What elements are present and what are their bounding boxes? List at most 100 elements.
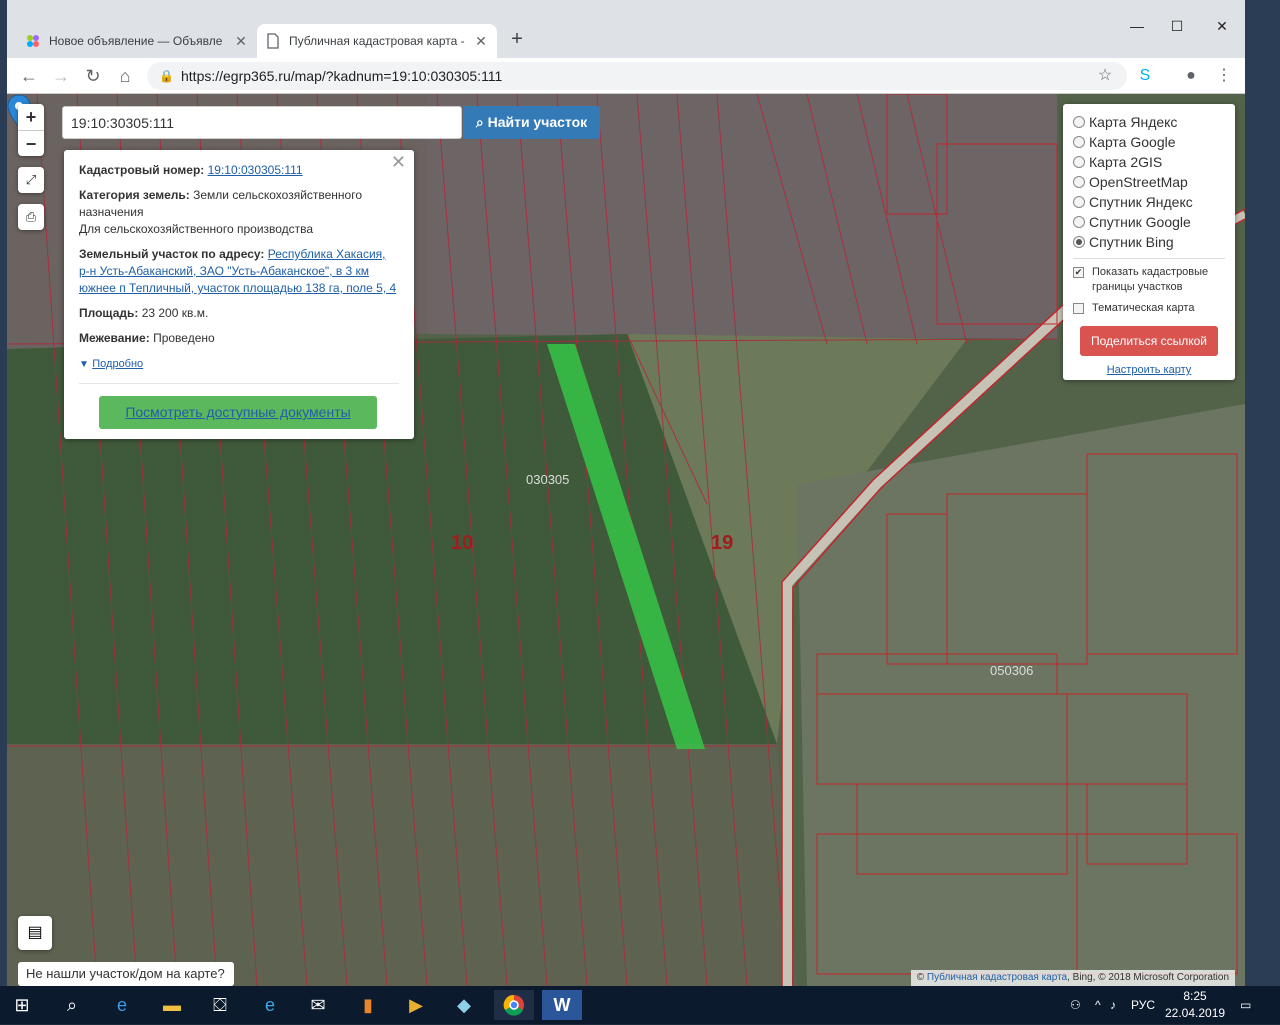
zoom-out-button[interactable]: −	[18, 130, 44, 156]
layer-label: OpenStreetMap	[1089, 174, 1188, 190]
cadastral-search-input[interactable]	[62, 106, 462, 139]
chevron-up-icon[interactable]: ^	[1095, 986, 1101, 1024]
address-row: Земельный участок по адресу: Республика …	[79, 246, 399, 297]
internet-explorer-icon[interactable]: e	[250, 990, 290, 1020]
address-label: Земельный участок по адресу:	[79, 247, 265, 261]
layer-option-bing-satellite[interactable]: Спутник Bing	[1073, 232, 1225, 252]
land-category-row: Категория земель: Земли сельскохозяйстве…	[79, 187, 399, 238]
layer-option-yandex-map[interactable]: Карта Яндекс	[1073, 112, 1225, 132]
radio-selected-icon	[1073, 236, 1085, 248]
app-icon[interactable]: ◆	[444, 990, 484, 1020]
thematic-label: Тематическая карта	[1092, 302, 1195, 314]
address-bar[interactable]: 🔒 https://egrp365.ru/map/?kadnum=19:10:0…	[147, 62, 1127, 90]
chrome-icon[interactable]	[494, 990, 534, 1020]
notifications-icon[interactable]: ▭	[1240, 986, 1251, 1024]
windows-taskbar: ⊞ ⌕ e ▬ ⛋ e ✉ ▮ ▶ ◆ W ⚇ ^ ♪ РУС 8:25 22.0…	[0, 986, 1280, 1024]
reload-button[interactable]: ↻	[81, 64, 105, 88]
layer-option-google-satellite[interactable]: Спутник Google	[1073, 212, 1225, 232]
avito-icon	[27, 35, 39, 47]
zoom-in-button[interactable]: +	[18, 104, 44, 130]
district-label-10: 10	[451, 532, 473, 554]
radio-icon	[1073, 196, 1085, 208]
legend-icon[interactable]: ▤	[18, 916, 52, 950]
star-icon[interactable]: ☆	[1093, 64, 1117, 88]
layer-label: Карта Google	[1089, 134, 1176, 150]
caret-down-icon: ▼	[79, 359, 89, 370]
view-documents-button[interactable]: Посмотреть доступные документы	[99, 396, 377, 429]
survey-label: Межевание:	[79, 331, 150, 345]
back-button[interactable]: ←	[17, 64, 41, 88]
map-canvas[interactable]: 030305 050306 10 19 + − ⤢ ⎙ ⌕ Найти учас…	[7, 94, 1245, 986]
menu-icon[interactable]: ⋮	[1212, 64, 1236, 88]
desktop-edge-left	[0, 0, 7, 986]
survey-value: Проведено	[153, 331, 215, 345]
radio-icon	[1073, 156, 1085, 168]
radio-icon	[1073, 116, 1085, 128]
layer-option-yandex-satellite[interactable]: Спутник Яндекс	[1073, 192, 1225, 212]
url-path: /map/?kadnum=19:10:030305:111	[290, 68, 503, 84]
details-link[interactable]: Подробно	[92, 358, 143, 370]
layer-option-osm[interactable]: OpenStreetMap	[1073, 172, 1225, 192]
find-plot-label: Найти участок	[487, 114, 588, 130]
checkbox-checked-icon: ✔	[1073, 267, 1084, 278]
attribution-link[interactable]: Публичная кадастровая карта	[927, 972, 1067, 983]
area-row: Площадь: 23 200 кв.м.	[79, 305, 399, 322]
tab-title: Новое объявление — Объявле	[49, 34, 223, 48]
find-plot-button[interactable]: ⌕ Найти участок	[463, 106, 600, 139]
show-borders-label: Показать кадастровые границы участков	[1092, 266, 1209, 293]
app-icon[interactable]: ▮	[348, 990, 388, 1020]
configure-map-link[interactable]: Настроить карту	[1073, 364, 1225, 376]
forward-button[interactable]: →	[49, 64, 73, 88]
divider	[1073, 258, 1225, 259]
radio-icon	[1073, 216, 1085, 228]
chrome-logo	[503, 994, 524, 1016]
plot-info-popup: ✕ Кадастровый номер: 19:10:030305:111 Ка…	[64, 150, 414, 439]
mail-icon[interactable]: ✉	[298, 990, 338, 1020]
skype-icon[interactable]: S	[1133, 64, 1157, 88]
layer-option-2gis[interactable]: Карта 2GIS	[1073, 152, 1225, 172]
tab-cadastral-map[interactable]: Публичная кадастровая карта - ✕	[257, 24, 497, 58]
zoom-control: + −	[18, 104, 44, 156]
volume-icon[interactable]: ♪	[1110, 986, 1116, 1024]
cad-number-link[interactable]: 19:10:030305:111	[208, 163, 303, 177]
layer-label: Карта Яндекс	[1089, 114, 1178, 130]
language-indicator[interactable]: РУС	[1131, 986, 1155, 1024]
close-popup-icon[interactable]: ✕	[391, 153, 406, 171]
quarter-label-right: 050306	[990, 663, 1033, 678]
not-found-link[interactable]: Не нашли участок/дом на карте?	[18, 962, 234, 986]
fullscreen-icon[interactable]: ⤢	[18, 167, 44, 193]
thematic-map-checkbox[interactable]: Тематическая карта	[1073, 301, 1225, 316]
word-icon[interactable]: W	[542, 990, 582, 1020]
new-tab-button[interactable]: +	[507, 28, 527, 51]
close-tab-icon[interactable]: ✕	[233, 33, 249, 50]
clock[interactable]: 8:25 22.04.2019	[1165, 988, 1225, 1022]
search-icon[interactable]: ⌕	[52, 990, 92, 1020]
tab-avito[interactable]: Новое объявление — Объявле ✕	[17, 24, 257, 58]
maximize-button[interactable]: ☐	[1162, 18, 1192, 35]
print-icon[interactable]: ⎙	[18, 204, 44, 230]
windows-start-icon[interactable]: ⊞	[2, 990, 42, 1020]
file-explorer-icon[interactable]: ▬	[152, 990, 192, 1020]
show-borders-checkbox[interactable]: ✔ Показать кадастровые границы участков	[1073, 265, 1225, 295]
profile-icon[interactable]: ●	[1179, 64, 1203, 88]
tab-title: Публичная кадастровая карта -	[289, 34, 465, 48]
media-player-icon[interactable]: ▶	[396, 990, 436, 1020]
cad-number-label: Кадастровый номер:	[79, 163, 205, 177]
district-label-19: 19	[711, 532, 733, 554]
edge-icon[interactable]: e	[102, 990, 142, 1020]
people-icon[interactable]: ⚇	[1070, 986, 1081, 1024]
layer-label: Спутник Google	[1089, 214, 1191, 230]
layer-option-google-map[interactable]: Карта Google	[1073, 132, 1225, 152]
layer-label: Спутник Bing	[1089, 234, 1174, 250]
quarter-label-left: 030305	[526, 472, 569, 487]
home-button[interactable]: ⌂	[113, 64, 137, 88]
close-window-button[interactable]: ✕	[1207, 18, 1237, 35]
document-icon	[267, 33, 279, 49]
minimize-button[interactable]: —	[1122, 18, 1152, 34]
share-link-button[interactable]: Поделиться ссылкой	[1080, 326, 1218, 356]
store-icon[interactable]: ⛋	[200, 990, 240, 1020]
layer-label: Карта 2GIS	[1089, 154, 1163, 170]
cad-number-row: Кадастровый номер: 19:10:030305:111	[79, 162, 399, 179]
area-value: 23 200 кв.м.	[141, 306, 209, 320]
close-tab-icon[interactable]: ✕	[473, 33, 489, 50]
